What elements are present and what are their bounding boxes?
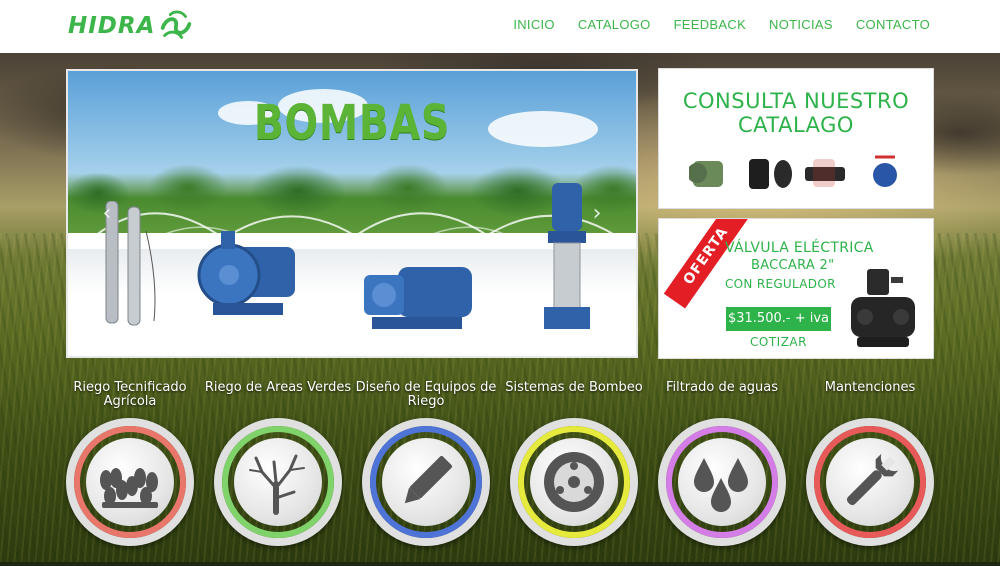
offer-ribbon-label: OFERTA (680, 224, 732, 288)
bottom-bar (0, 562, 1000, 566)
hero-slider[interactable]: BOMBAS ‹ › (66, 69, 638, 358)
brand-name: HIDRA (68, 13, 156, 39)
service-label: Sistemas de Bombeo (505, 380, 643, 395)
nav-item-contacto[interactable]: CONTACTO (856, 17, 930, 32)
slider-next-button[interactable]: › (588, 203, 606, 225)
service-inner (86, 438, 174, 526)
catalog-products-image (689, 155, 897, 189)
offer-price: $31.500.- + iva (726, 307, 831, 331)
service-diseno-equipos[interactable]: Diseño de Equipos de Riego (352, 380, 500, 546)
catalog-title: CONSULTA NUESTRO CATALAGO (659, 89, 933, 137)
quote-link[interactable]: COTIZAR (726, 335, 831, 349)
nav-item-inicio[interactable]: INICIO (513, 17, 555, 32)
logo-wave-icon (161, 10, 192, 39)
service-circle (510, 418, 638, 546)
service-ring (666, 426, 778, 538)
centrifugal-pump-image (197, 231, 295, 315)
service-ring (814, 426, 926, 538)
service-circle (806, 418, 934, 546)
pump-disc-icon (544, 452, 604, 512)
nav-item-catalogo[interactable]: CATALOGO (578, 17, 651, 32)
service-inner (530, 438, 618, 526)
slider-prev-button[interactable]: ‹ (98, 203, 116, 225)
service-circle (658, 418, 786, 546)
main-nav: INICIO CATALOGO FEEDBACK NOTICIAS CONTAC… (513, 17, 930, 32)
service-ring (74, 426, 186, 538)
tree-icon (249, 454, 305, 515)
service-areas-verdes[interactable]: Riego de Areas Verdes (204, 380, 352, 546)
catalog-banner[interactable]: CONSULTA NUESTRO CATALAGO (658, 68, 934, 209)
service-circle (66, 418, 194, 546)
site-header: HIDRA INICIO CATALOGO FEEDBACK NOTICIAS … (0, 0, 1000, 53)
nav-item-noticias[interactable]: NOTICIAS (769, 17, 833, 32)
offer-card[interactable]: OFERTA VÁLVULA ELÉCTRICA BACCARA 2" CON … (658, 218, 934, 359)
service-circle (362, 418, 490, 546)
pencil-icon (404, 455, 453, 504)
service-circle (214, 418, 342, 546)
service-inner (234, 438, 322, 526)
service-filtrado-aguas[interactable]: Filtrado de aguas (648, 380, 796, 546)
service-riego-agricola[interactable]: Riego Tecnificado Agrícola (56, 380, 204, 546)
service-label: Filtrado de aguas (665, 380, 779, 395)
service-sistemas-bombeo[interactable]: Sistemas de Bombeo (500, 380, 648, 546)
brand-logo[interactable]: HIDRA (68, 6, 195, 46)
water-drops-icon (694, 458, 748, 512)
electric-valve-image (851, 269, 915, 347)
crops-icon (100, 468, 158, 508)
nav-item-feedback[interactable]: FEEDBACK (674, 17, 746, 32)
monoblock-pump-image (364, 267, 472, 329)
service-label: Diseño de Equipos de Riego (355, 380, 497, 409)
service-label: Mantenciones (824, 380, 916, 395)
offer-title-line1: VÁLVULA ELÉCTRICA (725, 240, 874, 256)
wrench-icon (846, 453, 899, 506)
service-label: Riego de Areas Verdes (204, 380, 352, 395)
service-inner (826, 438, 914, 526)
service-ring (370, 426, 482, 538)
slide-title: BOMBAS (253, 95, 451, 151)
service-label: Riego Tecnificado Agrícola (73, 380, 187, 409)
catalog-title-line2: CATALAGO (738, 113, 854, 137)
service-inner (382, 438, 470, 526)
service-ring (222, 426, 334, 538)
service-ring (518, 426, 630, 538)
service-mantenciones[interactable]: Mantenciones (796, 380, 944, 546)
service-inner (678, 438, 766, 526)
catalog-title-line1: CONSULTA NUESTRO (682, 89, 910, 113)
